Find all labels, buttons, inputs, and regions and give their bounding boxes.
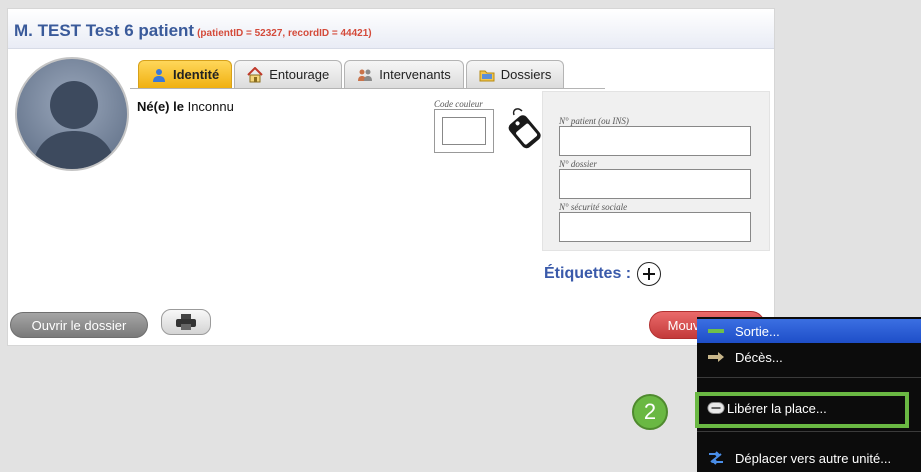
patient-number-input[interactable] [559,126,751,156]
menu-item-sortie-label: Sortie... [735,323,780,339]
patient-title-bar: M. TEST Test 6 patient (patientID = 52327… [8,9,774,49]
add-label-button[interactable] [637,262,662,286]
color-code-label: Code couleur [434,99,483,109]
house-icon [247,66,263,83]
transfer-icon [707,451,725,465]
menu-item-deplacer-label: Déplacer vers autre unité... [735,450,892,466]
patient-card: M. TEST Test 6 patient (patientID = 52327… [7,8,775,346]
tab-entourage-label: Entourage [269,67,330,82]
folder-icon [479,67,495,83]
birth-date: Né(e) le Inconnu [137,99,234,114]
exit-arrow-icon [707,324,725,338]
menu-item-deces-label: Décès... [735,349,783,365]
color-code-swatch[interactable] [442,117,486,145]
record-number-label: N° dossier [559,159,597,169]
tag-icon[interactable] [500,105,544,149]
tab-entourage[interactable]: Entourage [234,60,343,88]
menu-separator-2 [697,431,921,432]
printer-icon [176,314,196,330]
tab-identite[interactable]: Identité [138,60,233,88]
people-icon [357,67,373,83]
tab-dossiers[interactable]: Dossiers [465,60,565,88]
death-arrow-icon [707,350,725,364]
tab-identite-label: Identité [173,67,220,82]
social-security-input[interactable] [559,212,751,242]
identifier-panel: N° patient (ou INS) N° dossier N° sécuri… [542,91,770,251]
print-button[interactable] [161,309,211,335]
labels-title: Étiquettes : [544,265,632,282]
tab-dossiers-label: Dossiers [500,67,552,82]
patient-name: M. TEST Test 6 patient [14,21,195,40]
birth-date-value: Inconnu [187,99,234,114]
tab-intervenants-label: Intervenants [379,67,451,82]
patient-avatar [15,57,129,171]
menu-item-deplacer[interactable]: Déplacer vers autre unité... [697,446,921,470]
social-security-label: N° sécurité sociale [559,202,628,212]
callout-step-badge: 2 [632,394,668,430]
patient-tabs: Identité Entourage Intervenants Dossiers [138,60,566,88]
patient-title: M. TEST Test 6 patient (patientID = 52327… [14,21,372,41]
patient-record-ids: (patientID = 52327, recordID = 44421) [197,28,372,39]
plus-icon [643,268,656,280]
color-code-box[interactable] [434,109,494,153]
patient-number-label: N° patient (ou INS) [559,116,629,126]
labels-section: Étiquettes : [544,262,662,286]
record-number-input[interactable] [559,169,751,199]
person-icon [151,67,167,83]
open-record-button[interactable]: Ouvrir le dossier [10,312,148,338]
menu-separator [697,377,921,378]
birth-date-label: Né(e) le [137,99,184,114]
callout-highlight-box [695,392,909,428]
tab-intervenants[interactable]: Intervenants [344,60,464,88]
menu-item-sortie[interactable]: Sortie... [697,319,921,343]
tabs-underline [130,88,605,89]
menu-item-deces[interactable]: Décès... [697,345,921,369]
